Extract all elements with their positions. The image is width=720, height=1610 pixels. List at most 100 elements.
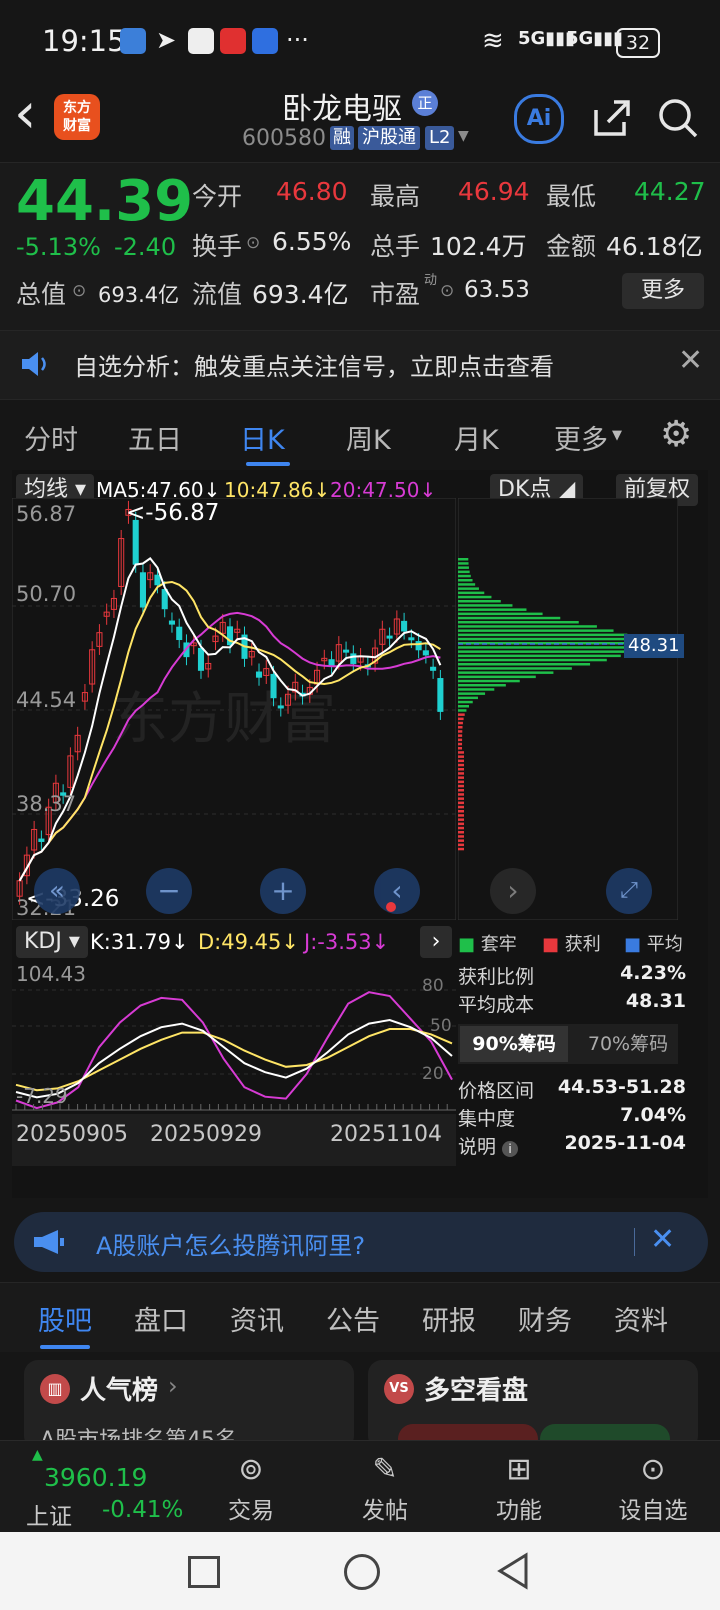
- tab-research[interactable]: 研报: [422, 1299, 476, 1338]
- popularity-card[interactable]: ▥ 人气榜 › A股市场排名第45名: [24, 1360, 354, 1450]
- back-icon[interactable]: [496, 1552, 530, 1590]
- chip-bar: [458, 650, 631, 653]
- turnover-label: 换手: [192, 232, 243, 261]
- candle-body: [132, 519, 139, 565]
- pe-superscript: 动: [424, 273, 438, 288]
- quote-panel: 44.39 -5.13% -2.40 今开 46.80 最高 46.94 最低 …: [0, 162, 720, 331]
- status-time: 19:15: [42, 24, 126, 58]
- nav-features[interactable]: ⊞ 功能: [474, 1449, 564, 1525]
- index-ticker[interactable]: ▲ 3960.19 上证 -0.41%: [24, 1447, 194, 1530]
- kdj-ref-label: 20: [422, 1064, 444, 1084]
- system-navigation: [0, 1532, 720, 1610]
- kdj-selector[interactable]: KDJ ▾: [16, 926, 88, 958]
- tab-monthly-k[interactable]: 月K: [454, 418, 499, 457]
- zoom-out-button[interactable]: −: [146, 868, 192, 914]
- l2-tag[interactable]: L2: [425, 126, 455, 150]
- info-icon[interactable]: ⊙: [440, 281, 454, 301]
- news-app-icon: [220, 28, 246, 54]
- high-label: 最高: [370, 182, 421, 211]
- nav-post[interactable]: ✎ 发帖: [340, 1449, 430, 1525]
- feature-cards: ▥ 人气榜 › A股市场排名第45名 VS 多空看盘: [0, 1352, 720, 1450]
- yen-icon: ⊚: [238, 1452, 264, 1487]
- share-icon[interactable]: [590, 96, 632, 138]
- tab-profile[interactable]: 资料: [614, 1299, 668, 1338]
- expand-icon[interactable]: ⤢: [606, 868, 652, 914]
- chip-bar: [458, 814, 464, 817]
- tab-five-day[interactable]: 五日: [128, 418, 182, 457]
- versus-icon: VS: [384, 1374, 414, 1404]
- chip-bar: [458, 755, 464, 758]
- chip-distribution-chart[interactable]: [458, 498, 678, 920]
- more-quote-button[interactable]: 更多: [622, 273, 704, 309]
- tab-daily-k[interactable]: 日K: [240, 418, 285, 457]
- chip-bar: [458, 839, 464, 842]
- candle-body: [168, 620, 176, 625]
- battery-icon: 32: [616, 28, 660, 58]
- info-icon[interactable]: i: [502, 1141, 519, 1157]
- status-bar: 19:15 ➤ ··· ≋ 5G▮▮▮ 5G▮▮▮ 32: [0, 0, 720, 82]
- price-axis-label: 56.87: [16, 502, 77, 526]
- tab-70-chips[interactable]: 70%筹码: [578, 1026, 678, 1062]
- analysis-banner[interactable]: 自选分析：触发重点关注信号，立即点击查看 ✕: [0, 330, 720, 400]
- close-icon[interactable]: ✕: [678, 343, 703, 378]
- candle-body: [422, 650, 429, 656]
- chip-bar: [458, 625, 597, 628]
- margin-tag: 融: [330, 126, 354, 150]
- candle-body: [38, 838, 45, 842]
- tab-more[interactable]: 更多: [554, 418, 608, 457]
- close-icon[interactable]: ✕: [650, 1222, 675, 1257]
- eastmoney-logo: 东方 财富: [54, 94, 100, 140]
- step-left-button[interactable]: ‹: [374, 868, 420, 914]
- profit-ratio-row: 获利比例 4.23%: [458, 962, 686, 988]
- home-icon[interactable]: [344, 1554, 380, 1590]
- candle-body: [343, 649, 350, 653]
- pe-value: 63.53: [464, 277, 530, 303]
- tab-intraday[interactable]: 分时: [24, 418, 78, 457]
- popularity-title: 人气榜: [80, 1376, 159, 1406]
- note-row: 说明 i 2025-11-04: [458, 1132, 686, 1158]
- nav-trade[interactable]: ⊚ 交易: [206, 1449, 296, 1525]
- edit-icon: ✎: [372, 1452, 398, 1487]
- divider: [634, 1228, 635, 1256]
- legend-average: ■ 平均: [624, 934, 683, 955]
- index-change: -0.41%: [102, 1497, 184, 1523]
- chip-bar: [458, 654, 621, 658]
- recent-apps-icon[interactable]: [188, 1556, 220, 1588]
- float-value: 693.4亿: [252, 280, 349, 309]
- zoom-in-button[interactable]: +: [260, 868, 306, 914]
- nav-watchlist[interactable]: ⊙ 设自选: [608, 1449, 698, 1525]
- tab-forum[interactable]: 股吧: [38, 1299, 92, 1338]
- chip-bar: [458, 692, 486, 695]
- chip-next-button[interactable]: ›: [490, 868, 536, 914]
- ad-bar[interactable]: A股账户怎么投腾讯阿里? ✕: [14, 1212, 708, 1272]
- tab-orderbook[interactable]: 盘口: [134, 1299, 188, 1338]
- ai-assistant-button[interactable]: Ai: [514, 94, 564, 144]
- app-notification-icon: [188, 28, 214, 54]
- chip-bar: [458, 604, 513, 607]
- candle-body: [161, 589, 168, 610]
- search-icon[interactable]: [656, 96, 700, 140]
- back-button[interactable]: ‹: [14, 84, 36, 144]
- tab-90-chips[interactable]: 90%筹码: [460, 1026, 568, 1062]
- candle-body: [270, 673, 277, 699]
- kdj-expand-button[interactable]: ›: [420, 926, 452, 958]
- chip-bar: [458, 637, 638, 641]
- tab-financials[interactable]: 财务: [518, 1299, 572, 1338]
- volume-label: 总手: [370, 232, 421, 261]
- chip-bar: [458, 608, 527, 611]
- info-icon[interactable]: ⊙: [72, 281, 86, 301]
- chip-bar: [458, 566, 469, 569]
- chip-bar: [458, 751, 464, 754]
- bull-bear-card[interactable]: VS 多空看盘: [368, 1360, 698, 1450]
- verified-badge-icon: 正: [412, 90, 438, 116]
- tab-announcements[interactable]: 公告: [326, 1299, 380, 1338]
- gear-icon[interactable]: ⚙: [660, 414, 692, 455]
- scroll-left-button[interactable]: «: [34, 868, 80, 914]
- tab-news[interactable]: 资讯: [230, 1299, 284, 1338]
- info-icon[interactable]: ⊙: [246, 233, 260, 253]
- chip-bar: [458, 675, 536, 679]
- candlestick-chart[interactable]: 东方财富: [12, 498, 456, 920]
- chip-bar: [458, 822, 464, 826]
- tab-weekly-k[interactable]: 周K: [346, 418, 391, 457]
- max-price-marker: <-56.87: [126, 500, 220, 526]
